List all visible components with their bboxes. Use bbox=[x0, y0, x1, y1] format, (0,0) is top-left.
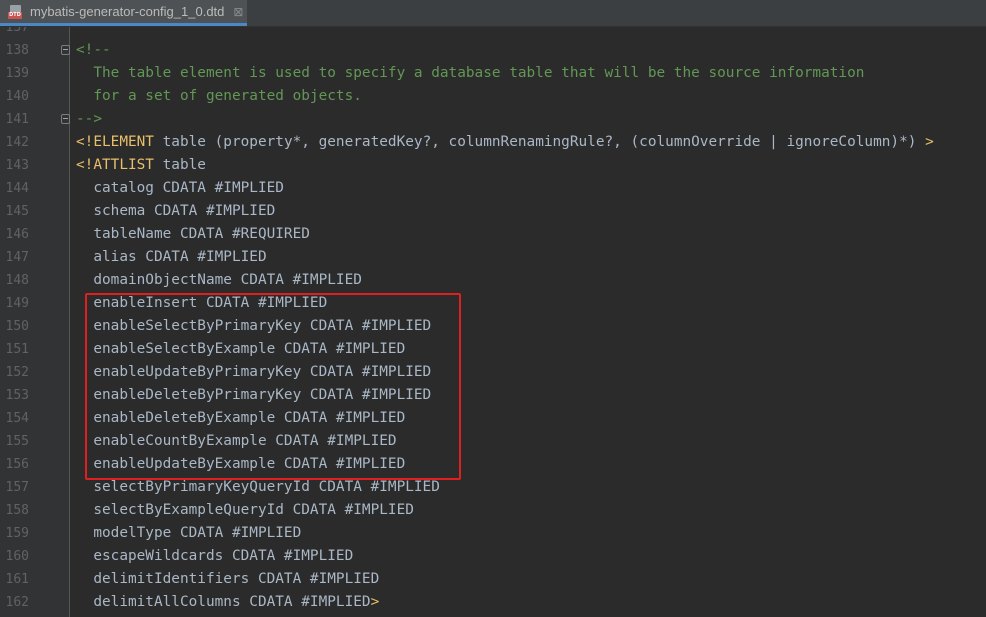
code-line[interactable]: 137 bbox=[0, 27, 986, 39]
fold-toggle-icon[interactable] bbox=[61, 45, 70, 55]
line-text: catalog CDATA #IMPLIED bbox=[76, 180, 284, 196]
line-number: 143 bbox=[5, 158, 29, 173]
line-text: escapeWildcards CDATA #IMPLIED bbox=[76, 548, 354, 564]
line-text: The table element is used to specify a d… bbox=[76, 65, 865, 81]
line-number: 152 bbox=[5, 365, 29, 380]
code-line[interactable]: 160 escapeWildcards CDATA #IMPLIED bbox=[0, 545, 986, 568]
line-text: --> bbox=[76, 111, 102, 127]
line-number: 138 bbox=[5, 43, 29, 58]
code-line[interactable]: 162 delimitAllColumns CDATA #IMPLIED> bbox=[0, 591, 986, 614]
highlight-box bbox=[85, 293, 461, 480]
code-line[interactable]: 139 The table element is used to specify… bbox=[0, 62, 986, 85]
code-line[interactable]: 147 alias CDATA #IMPLIED bbox=[0, 246, 986, 269]
line-number: 141 bbox=[5, 112, 29, 127]
line-text: <!ELEMENT table (property*, generatedKey… bbox=[76, 134, 934, 150]
line-text: alias CDATA #IMPLIED bbox=[76, 249, 267, 265]
code-line[interactable]: 146 tableName CDATA #REQUIRED bbox=[0, 223, 986, 246]
line-text: domainObjectName CDATA #IMPLIED bbox=[76, 272, 362, 288]
editor-tab-bar: DTD mybatis-generator-config_1_0.dtd ⊠ bbox=[0, 0, 986, 27]
line-number: 154 bbox=[5, 411, 29, 426]
line-text: <!ATTLIST table bbox=[76, 157, 206, 173]
line-text: schema CDATA #IMPLIED bbox=[76, 203, 276, 219]
code-line[interactable]: 141 --> bbox=[0, 108, 986, 131]
line-text: tableName CDATA #REQUIRED bbox=[76, 226, 310, 242]
code-line[interactable]: 144 catalog CDATA #IMPLIED bbox=[0, 177, 986, 200]
line-number: 144 bbox=[5, 181, 29, 196]
close-tab-icon[interactable]: ⊠ bbox=[233, 6, 243, 18]
line-number: 148 bbox=[5, 273, 29, 288]
line-number: 137 bbox=[5, 27, 29, 35]
code-line[interactable]: 138 <!-- bbox=[0, 39, 986, 62]
code-line[interactable]: 143 <!ATTLIST table bbox=[0, 154, 986, 177]
line-number: 151 bbox=[5, 342, 29, 357]
code-line[interactable]: 159 modelType CDATA #IMPLIED bbox=[0, 522, 986, 545]
line-text: <!-- bbox=[76, 42, 111, 58]
line-number: 145 bbox=[5, 204, 29, 219]
line-number: 157 bbox=[5, 480, 29, 495]
line-text: delimitAllColumns CDATA #IMPLIED> bbox=[76, 594, 380, 610]
line-number: 158 bbox=[5, 503, 29, 518]
dtd-file-icon: DTD bbox=[8, 4, 24, 20]
line-number: 147 bbox=[5, 250, 29, 265]
line-number: 162 bbox=[5, 595, 29, 610]
line-number: 146 bbox=[5, 227, 29, 242]
line-text: delimitIdentifiers CDATA #IMPLIED bbox=[76, 571, 380, 587]
code-line[interactable]: 161 delimitIdentifiers CDATA #IMPLIED bbox=[0, 568, 986, 591]
line-number: 149 bbox=[5, 296, 29, 311]
code-line[interactable]: 145 schema CDATA #IMPLIED bbox=[0, 200, 986, 223]
line-number: 161 bbox=[5, 572, 29, 587]
file-tab[interactable]: DTD mybatis-generator-config_1_0.dtd ⊠ bbox=[0, 0, 247, 26]
tab-filename: mybatis-generator-config_1_0.dtd bbox=[30, 4, 225, 19]
line-number: 156 bbox=[5, 457, 29, 472]
line-number: 150 bbox=[5, 319, 29, 334]
line-text: for a set of generated objects. bbox=[76, 88, 362, 104]
code-line[interactable]: 140 for a set of generated objects. bbox=[0, 85, 986, 108]
fold-toggle-icon[interactable] bbox=[61, 114, 70, 124]
code-line[interactable]: 142 <!ELEMENT table (property*, generated… bbox=[0, 131, 986, 154]
code-editor[interactable]: 137 138 <!-- 139 The table element is used … bbox=[0, 27, 986, 617]
code-line[interactable]: 148 domainObjectName CDATA #IMPLIED bbox=[0, 269, 986, 292]
line-number: 140 bbox=[5, 89, 29, 104]
line-number: 142 bbox=[5, 135, 29, 150]
line-text: modelType CDATA #IMPLIED bbox=[76, 525, 302, 541]
line-number: 155 bbox=[5, 434, 29, 449]
line-number: 160 bbox=[5, 549, 29, 564]
code-line[interactable]: 158 selectByExampleQueryId CDATA #IMPLIE… bbox=[0, 499, 986, 522]
line-number: 153 bbox=[5, 388, 29, 403]
line-text: selectByExampleQueryId CDATA #IMPLIED bbox=[76, 502, 414, 518]
line-number: 159 bbox=[5, 526, 29, 541]
line-number: 139 bbox=[5, 66, 29, 81]
